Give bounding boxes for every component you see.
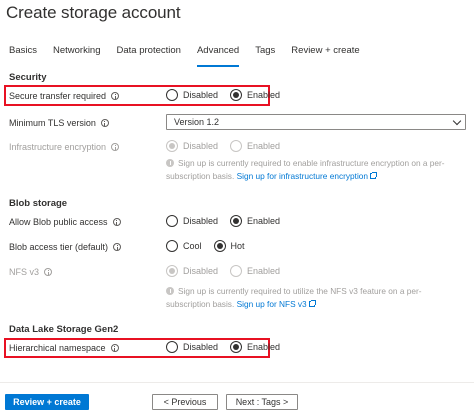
radio-label: Disabled <box>183 216 219 226</box>
info-icon[interactable] <box>100 119 109 127</box>
blob-access-tier-label-text: Blob access tier (default) <box>9 242 109 252</box>
infra-encryption-radio-group: Disabled Enabled <box>166 140 292 152</box>
page-title: Create storage account <box>6 3 181 22</box>
info-filled-icon <box>166 287 174 295</box>
blob-access-tier-label: Blob access tier (default) <box>9 242 122 252</box>
radio-circle <box>230 140 243 152</box>
info-icon[interactable] <box>112 218 121 226</box>
radio-label: Enabled <box>247 141 281 151</box>
infra-encryption-notice: Sign up is currently required to enable … <box>166 157 456 182</box>
infra-encryption-enabled-radio: Enabled <box>230 140 280 152</box>
tls-label: Minimum TLS version <box>9 118 109 128</box>
tab-tags[interactable]: Tags <box>255 45 275 67</box>
tab-advanced[interactable]: Advanced <box>196 45 240 67</box>
access-tier-cool-radio[interactable]: Cool <box>166 240 202 252</box>
hierarchical-namespace-label: Hierarchical namespace <box>9 343 119 353</box>
radio-circle-checked <box>230 89 243 101</box>
hierarchical-namespace-enabled-radio[interactable]: Enabled <box>230 341 280 353</box>
radio-circle-checked <box>230 341 243 353</box>
radio-label: Enabled <box>247 90 281 100</box>
radio-label: Disabled <box>183 90 219 100</box>
previous-button[interactable]: < Previous <box>152 394 218 410</box>
review-create-button[interactable]: Review + create <box>5 394 89 410</box>
radio-circle <box>230 265 243 277</box>
infra-encryption-label-text: Infrastructure encryption <box>9 142 107 152</box>
blob-storage-heading: Blob storage <box>9 198 68 209</box>
radio-label: Hot <box>230 241 245 251</box>
radio-label: Disabled <box>183 266 219 276</box>
nfs-v3-label: NFS v3 <box>9 267 53 277</box>
footer-divider <box>0 382 474 383</box>
nfs-v3-signup-link[interactable]: Sign up for NFS v3 <box>237 299 307 309</box>
radio-label: Cool <box>183 241 202 251</box>
nfs-v3-label-text: NFS v3 <box>9 267 40 277</box>
radio-label: Enabled <box>247 266 281 276</box>
blob-public-access-label-text: Allow Blob public access <box>9 217 108 227</box>
tab-networking[interactable]: Networking <box>53 45 101 67</box>
blob-public-access-disabled-radio[interactable]: Disabled <box>166 215 218 227</box>
radio-label: Enabled <box>247 342 281 352</box>
secure-transfer-label-text: Secure transfer required <box>9 91 107 101</box>
radio-label: Disabled <box>183 342 219 352</box>
secure-transfer-radio-group: Disabled Enabled <box>166 89 292 101</box>
radio-circle-checked <box>213 240 226 252</box>
radio-circle-checked <box>230 215 243 227</box>
secure-transfer-enabled-radio[interactable]: Enabled <box>230 89 280 101</box>
nfs-v3-disabled-radio: Disabled <box>166 265 218 277</box>
tls-version-value: Version 1.2 <box>174 117 220 127</box>
hierarchical-namespace-label-text: Hierarchical namespace <box>9 343 106 353</box>
infra-encryption-signup-link[interactable]: Sign up for infrastructure encryption <box>237 171 368 181</box>
radio-circle <box>166 341 178 353</box>
radio-label: Disabled <box>183 141 219 151</box>
tls-label-text: Minimum TLS version <box>9 118 96 128</box>
radio-label: Enabled <box>247 216 281 226</box>
external-link-icon <box>308 299 316 307</box>
next-tags-button[interactable]: Next : Tags > <box>226 394 298 410</box>
data-lake-heading: Data Lake Storage Gen2 <box>9 324 119 335</box>
info-icon[interactable] <box>111 92 120 100</box>
hierarchical-namespace-radio-group: Disabled Enabled <box>166 341 292 353</box>
info-filled-icon <box>166 159 174 167</box>
radio-circle-checked <box>166 140 178 152</box>
access-tier-hot-radio[interactable]: Hot <box>213 240 245 252</box>
info-icon[interactable] <box>111 143 120 151</box>
radio-circle-checked <box>166 265 178 277</box>
info-icon[interactable] <box>113 243 122 251</box>
blob-access-tier-radio-group: Cool Hot <box>166 240 257 252</box>
secure-transfer-label: Secure transfer required <box>9 91 120 101</box>
blob-public-access-label: Allow Blob public access <box>9 217 121 227</box>
nfs-v3-radio-group: Disabled Enabled <box>166 265 292 277</box>
external-link-icon <box>370 171 378 179</box>
tab-basics[interactable]: Basics <box>9 45 37 67</box>
info-icon[interactable] <box>110 344 119 352</box>
tab-review-create[interactable]: Review + create <box>291 45 359 67</box>
security-heading: Security <box>9 72 47 83</box>
blob-public-access-enabled-radio[interactable]: Enabled <box>230 215 280 227</box>
nfs-v3-enabled-radio: Enabled <box>230 265 280 277</box>
blob-public-access-radio-group: Disabled Enabled <box>166 215 292 227</box>
hierarchical-namespace-disabled-radio[interactable]: Disabled <box>166 341 218 353</box>
tab-data-protection[interactable]: Data protection <box>117 45 181 67</box>
nfs-v3-notice: Sign up is currently required to utilize… <box>166 285 456 310</box>
tls-version-dropdown[interactable]: Version 1.2 <box>166 114 466 130</box>
infra-encryption-disabled-radio: Disabled <box>166 140 218 152</box>
radio-circle <box>166 215 178 227</box>
tab-bar: Basics Networking Data protection Advanc… <box>9 45 376 67</box>
radio-circle <box>166 89 178 101</box>
infra-encryption-label: Infrastructure encryption <box>9 142 120 152</box>
secure-transfer-disabled-radio[interactable]: Disabled <box>166 89 218 101</box>
info-icon[interactable] <box>44 268 53 276</box>
radio-circle <box>166 240 178 252</box>
chevron-down-icon <box>452 116 462 126</box>
